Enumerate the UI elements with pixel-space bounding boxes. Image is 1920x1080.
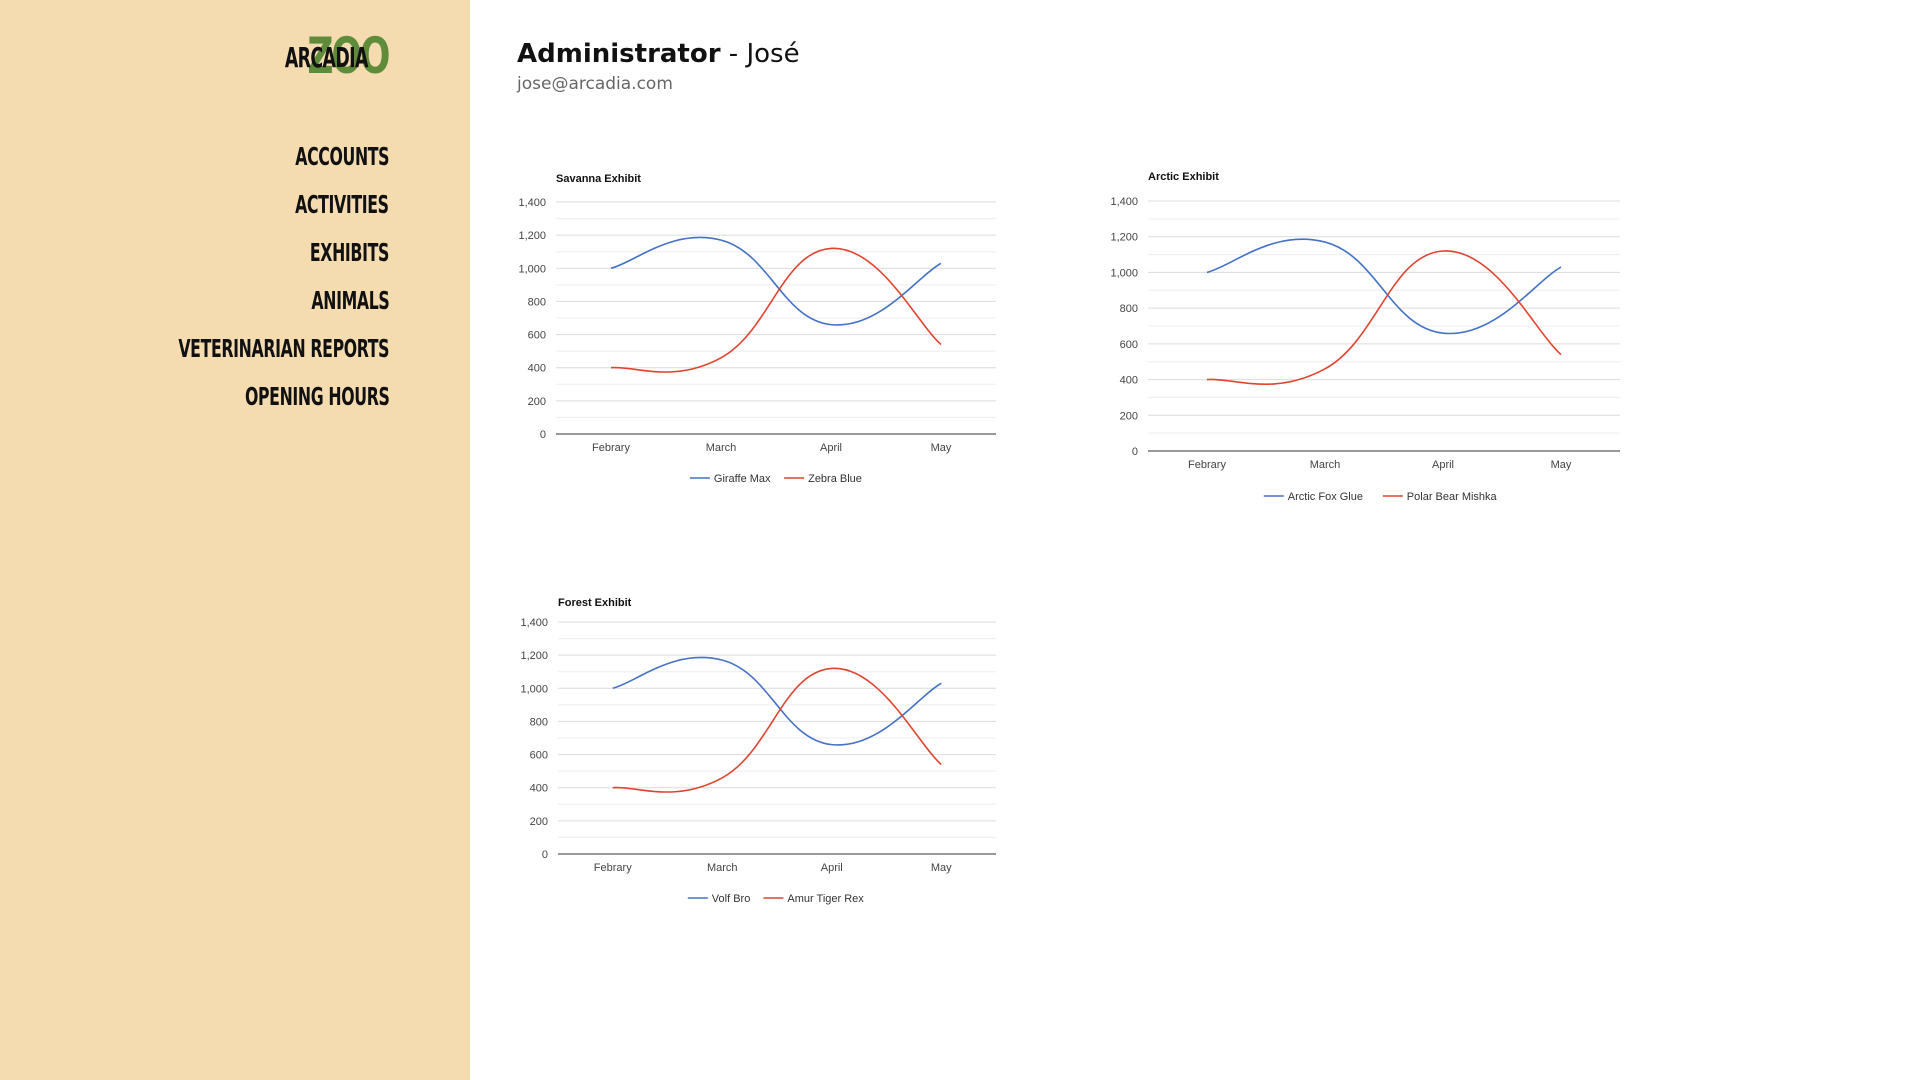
sidebar: ZOO ARCADIA ACCOUNTS ACTIVITIES EXHIBITS… (0, 0, 470, 1080)
nav-link-veterinarian-reports[interactable]: VETERINARIAN REPORTS (178, 332, 389, 366)
series-line (1206, 238, 1562, 335)
y-tick-label: 1,400 (520, 617, 548, 629)
series-line (612, 667, 942, 793)
user-email: jose@arcadia.com (517, 74, 673, 94)
main-nav: ACCOUNTS ACTIVITIES EXHIBITS ANIMALS VET… (88, 140, 389, 428)
legend-label: Volf Bro (712, 893, 751, 905)
logo-arcadia-text: ARCADIA (285, 41, 369, 74)
x-tick-label: March (1310, 459, 1341, 471)
nav-item-accounts: ACCOUNTS (88, 140, 389, 188)
chart-svg: Savanna Exhibit 0 200 400 600 800 1,000 1,200 1,… (518, 173, 996, 485)
series-line (1206, 250, 1562, 386)
y-tick-label: 600 (528, 330, 546, 342)
y-tick-label: 400 (528, 363, 546, 375)
series-line (610, 247, 942, 373)
y-tick-label: 0 (540, 429, 546, 441)
user-line: Administrator - José (517, 36, 800, 72)
y-tick-label: 1,200 (518, 230, 546, 242)
x-tick-label: Febrary (1188, 459, 1226, 471)
y-tick-label: 800 (528, 296, 546, 308)
nav-link-animals[interactable]: ANIMALS (311, 284, 389, 318)
nav-link-exhibits[interactable]: EXHIBITS (310, 236, 389, 270)
y-tick-label: 200 (528, 396, 546, 408)
nav-item-animals: ANIMALS (88, 284, 389, 332)
chart-title: Arctic Exhibit (1148, 171, 1219, 183)
legend-label: Polar Bear Mishka (1407, 491, 1498, 503)
chart-svg: Forest Exhibit 0 200 400 600 800 1,000 1,200 1,4… (520, 597, 996, 905)
y-tick-label: 200 (1120, 410, 1138, 422)
nav-link-opening-hours[interactable]: OPENING HOURS (244, 380, 389, 414)
nav-item-veterinarian-reports: VETERINARIAN REPORTS (88, 332, 389, 380)
y-tick-label: 800 (530, 716, 548, 728)
user-separator: - (720, 39, 747, 69)
x-tick-label: May (1551, 459, 1572, 471)
legend-label: Amur Tiger Rex (787, 893, 864, 905)
y-tick-label: 1,400 (1110, 196, 1138, 208)
y-tick-label: 400 (1120, 375, 1138, 387)
arctic-exhibit-chart: Arctic Exhibit 0 200 400 600 800 1,000 1,200 1,4… (1110, 164, 1620, 524)
nav-link-activities[interactable]: ACTIVITIES (295, 188, 389, 222)
y-tick-label: 1,400 (518, 197, 546, 209)
user-header: Administrator - José jose@arcadia.com (517, 36, 800, 94)
series-line (610, 236, 942, 326)
y-tick-label: 0 (1132, 446, 1138, 458)
arcadia-zoo-logo[interactable]: ZOO ARCADIA (268, 30, 390, 82)
y-tick-label: 0 (542, 849, 548, 861)
y-tick-label: 1,000 (1110, 267, 1138, 279)
chart-title: Savanna Exhibit (556, 173, 641, 185)
series-line (612, 656, 942, 746)
y-tick-label: 1,200 (520, 650, 548, 662)
x-tick-label: May (931, 862, 952, 874)
y-tick-label: 1,000 (518, 263, 546, 275)
nav-item-opening-hours: OPENING HOURS (88, 380, 389, 428)
legend-label: Arctic Fox Glue (1288, 491, 1363, 503)
y-tick-label: 600 (530, 750, 548, 762)
x-tick-label: April (821, 862, 843, 874)
y-tick-label: 200 (530, 816, 548, 828)
x-tick-label: March (707, 862, 738, 874)
y-tick-label: 400 (530, 783, 548, 795)
savanna-exhibit-chart: Savanna Exhibit 0 200 400 600 800 1,000 1,200 1,… (516, 166, 1016, 496)
chart-svg: Arctic Exhibit 0 200 400 600 800 1,000 1,200 1,4… (1110, 171, 1620, 503)
user-role: Administrator (517, 39, 721, 69)
x-tick-label: Febrary (594, 862, 632, 874)
x-tick-label: April (1432, 459, 1454, 471)
user-name: José (746, 39, 800, 69)
y-tick-label: 1,200 (1110, 232, 1138, 244)
chart-title: Forest Exhibit (558, 597, 632, 609)
y-tick-label: 1,000 (520, 683, 548, 695)
legend-label: Giraffe Max (714, 473, 771, 485)
x-tick-label: March (706, 442, 737, 454)
x-tick-label: Febrary (592, 442, 630, 454)
y-tick-label: 800 (1120, 303, 1138, 315)
x-tick-label: May (931, 442, 952, 454)
y-tick-label: 600 (1120, 339, 1138, 351)
nav-item-activities: ACTIVITIES (88, 188, 389, 236)
legend-label: Zebra Blue (808, 473, 862, 485)
x-tick-label: April (820, 442, 842, 454)
nav-link-accounts[interactable]: ACCOUNTS (295, 140, 389, 174)
forest-exhibit-chart: Forest Exhibit 0 200 400 600 800 1,000 1,200 1,4… (518, 590, 1018, 920)
nav-item-exhibits: EXHIBITS (88, 236, 389, 284)
